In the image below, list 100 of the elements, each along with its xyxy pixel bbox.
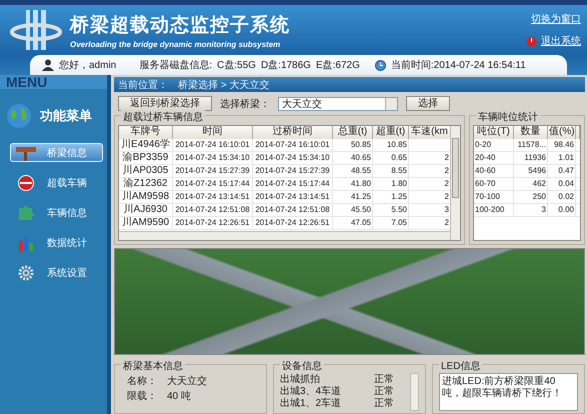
table-cell: 0.04 (548, 178, 576, 190)
table-cell: 60-70 (474, 178, 514, 190)
table-row[interactable]: 100-200 3 0.00 (474, 204, 580, 218)
bridge-select-label: 选择桥梁： (220, 98, 270, 111)
device-name: 出城抓拍 (280, 372, 321, 386)
table-row[interactable]: 40-60 5496 0.47 (474, 165, 580, 178)
table-row[interactable]: 川E4946学 2014-07-24 16:10:01 2014-07-24 16:10:01 50.85 10.85 (119, 139, 450, 152)
table-cell: 2014-07-24 15:27:39 (253, 165, 333, 178)
vertical-scrollbar[interactable] (410, 373, 419, 411)
table-cell: 2014-07-24 13:14:51 (173, 191, 253, 204)
table-row[interactable]: 川AP0305 2014-07-24 15:27:39 2014-07-24 15:27:39 48.55 8.55 2 (119, 165, 450, 178)
table-cell: 2014-07-24 16:10:01 (173, 139, 253, 152)
stop-sign-icon (15, 174, 37, 190)
breadcrumb-label: 当前位置： (118, 78, 168, 92)
table-cell: 2014-07-24 12:26:51 (173, 217, 253, 230)
table-cell: 41.80 (333, 178, 373, 190)
table-cell: 45.50 (333, 204, 373, 216)
led-message: 进城LED:前方桥梁限重40吨，超限车辆请桥下绕行！ (439, 373, 578, 411)
table-cell: 2014-07-24 12:51:08 (173, 204, 253, 216)
device-status: 正常 (374, 384, 394, 398)
sidebar-item[interactable]: 数据统计 (10, 233, 103, 252)
field-value: 大天立交 (167, 374, 207, 388)
sidebar-item[interactable]: 超载车辆 (10, 173, 103, 192)
group-title: LED信息 (439, 359, 482, 373)
table-cell: 渝Z12362 (119, 178, 173, 190)
sidebar-item[interactable]: 系统设置 (10, 263, 103, 282)
app-subtitle: Overloading the bridge dynamic monitoring subsystem (70, 40, 282, 48)
horizontal-scrollbar[interactable] (119, 231, 450, 240)
table-cell: 47.05 (333, 217, 373, 230)
disk-usage: C盘:55G (217, 59, 256, 72)
table-cell: 川AP0305 (119, 165, 173, 178)
column-header[interactable]: 总重(t) (333, 126, 373, 140)
table-cell: 川AJ6930 (119, 204, 173, 216)
bridge-dropdown[interactable]: 大天立交 (278, 96, 398, 111)
field-label: 限载： (127, 390, 157, 402)
column-header[interactable]: 过桥时间 (253, 126, 333, 140)
select-button[interactable]: 选择 (406, 96, 450, 112)
device-name: 出城1、2车道 (280, 396, 342, 410)
table-cell: 70-100 (474, 191, 514, 204)
table-row[interactable]: 川AM9598 2014-07-24 13:14:51 2014-07-24 13:14:51 41.25 1.25 2 (119, 191, 450, 204)
table-cell: 2014-07-24 16:10:01 (253, 139, 333, 152)
table-cell: 2014-07-24 13:14:51 (253, 191, 333, 204)
table-cell: 7.05 (373, 217, 409, 230)
table-cell: 0.02 (548, 191, 576, 204)
disk-usage: D盘:1786G (260, 59, 311, 72)
column-header[interactable]: 吨位(T) (474, 126, 514, 140)
column-header[interactable]: 值(%) (548, 126, 576, 140)
bridge-logo-icon (10, 8, 62, 52)
vertical-scrollbar[interactable] (450, 126, 460, 240)
table-cell: 462 (514, 178, 548, 190)
table-cell: 41.25 (333, 191, 373, 204)
table-cell: 2014-07-24 15:17:44 (253, 178, 333, 190)
table-row[interactable]: 渝Z12362 2014-07-24 15:17:44 2014-07-24 15:17:44 41.80 1.80 2 (119, 178, 450, 192)
column-header[interactable]: 数量 (514, 126, 548, 140)
column-header[interactable]: 时间 (173, 126, 253, 140)
table-cell: 2014-07-24 15:34:10 (253, 152, 333, 164)
table-row[interactable]: 0-20 11578... 98.46 (474, 139, 580, 152)
table-cell: 1.80 (373, 178, 409, 190)
table-cell: 8.55 (373, 165, 409, 178)
field-value: 40 吨 (167, 390, 191, 402)
table-cell: 10.85 (373, 139, 409, 152)
table-cell: 100-200 (474, 204, 514, 216)
globe-icon (6, 103, 32, 129)
clock-icon (374, 60, 386, 70)
greeting-text: 您好，admin (59, 59, 116, 72)
table-cell: 0-20 (474, 139, 514, 152)
table-cell: 11578... (514, 139, 548, 152)
table-row[interactable]: 渝BP3359 2014-07-24 15:34:10 2014-07-24 15:34:10 40.65 0.65 2 (119, 152, 450, 166)
signpost-icon (15, 144, 37, 160)
device-status: 正常 (374, 396, 394, 410)
table-row[interactable]: 川AM9590 2014-07-24 12:26:51 2014-07-24 12:26:51 47.05 7.05 2 (119, 217, 450, 230)
table-row[interactable]: 70-100 250 0.02 (474, 191, 580, 204)
back-button[interactable]: 返回到桥梁选择 (118, 96, 212, 112)
table-row[interactable]: 川AJ6930 2014-07-24 12:51:08 2014-07-24 12:51:08 45.50 5.50 3 (119, 204, 450, 218)
group-title: 超载过桥车辆信息 (121, 110, 205, 124)
table-cell: 川AM9590 (119, 217, 173, 230)
sidebar-item[interactable]: 车辆信息 (10, 203, 103, 222)
table-row[interactable]: 60-70 462 0.04 (474, 178, 580, 192)
table-row[interactable]: 20-40 11936 1.01 (474, 152, 580, 166)
table-cell: 3 (514, 204, 548, 216)
table-cell: 1.25 (373, 191, 409, 204)
exit-link[interactable]: 退出系统 (526, 34, 581, 48)
window-mode-link[interactable]: 切换为窗口 (531, 12, 581, 26)
disk-info-label: 服务器磁盘信息: (139, 58, 212, 72)
power-icon (526, 36, 537, 46)
menu-heading: 功能菜单 (40, 107, 92, 125)
table-cell: 250 (514, 191, 548, 204)
table-cell: 20-40 (474, 152, 514, 164)
table-cell: 2014-07-24 15:34:10 (173, 152, 253, 164)
table-cell: 98.46 (548, 139, 576, 152)
column-header[interactable]: 超重(t) (373, 126, 409, 140)
user-icon (42, 59, 54, 71)
table-cell: 40-60 (474, 165, 514, 178)
table-cell: 5496 (514, 165, 548, 178)
group-title: 设备信息 (280, 359, 324, 373)
table-cell: 40.65 (333, 152, 373, 164)
table-cell: 川AM9598 (119, 191, 173, 204)
table-cell: 0.65 (373, 152, 409, 164)
field-label: 名称： (127, 374, 157, 388)
device-name: 出城3、4车道 (280, 384, 342, 398)
